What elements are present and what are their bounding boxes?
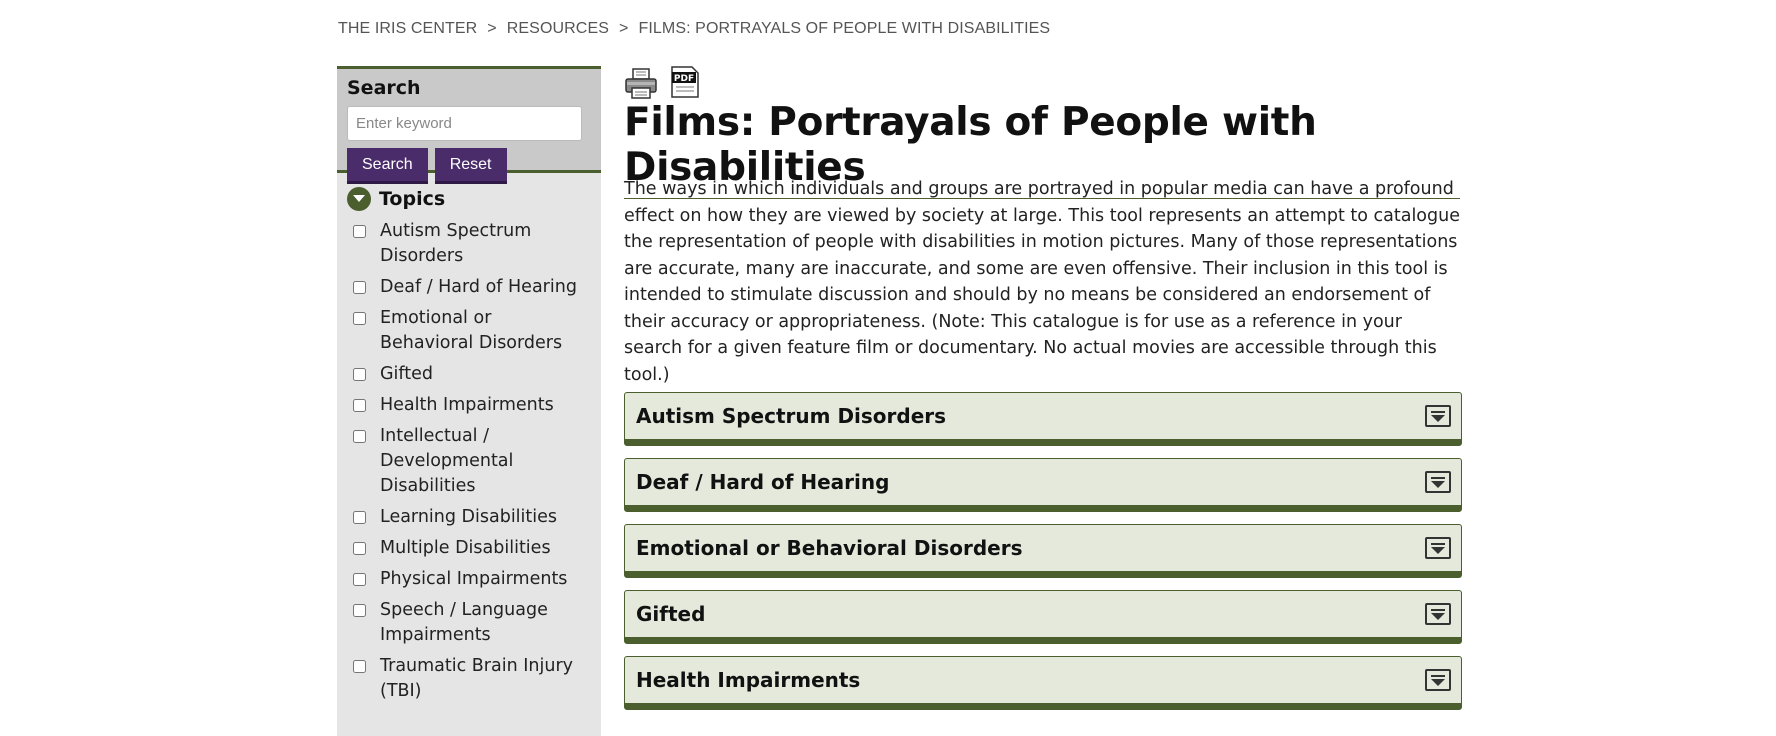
accordion-autism[interactable]: Autism Spectrum Disorders xyxy=(624,392,1462,446)
expand-icon[interactable] xyxy=(1425,669,1451,691)
accordion-title: Deaf / Hard of Hearing xyxy=(636,470,890,494)
topic-label: Gifted xyxy=(380,364,434,384)
topic-item: Gifted xyxy=(353,362,601,387)
topic-checkbox[interactable] xyxy=(353,312,366,325)
chevron-down-icon xyxy=(347,187,371,211)
reset-button[interactable]: Reset xyxy=(434,148,507,184)
topic-checkbox[interactable] xyxy=(353,225,366,238)
breadcrumb-current: FILMS: PORTRAYALS OF PEOPLE WITH DISABIL… xyxy=(638,20,1051,37)
topic-item: Autism Spectrum Disorders xyxy=(353,219,601,269)
accordion-health-impairments[interactable]: Health Impairments xyxy=(624,656,1462,710)
breadcrumb-resources[interactable]: RESOURCES xyxy=(507,20,609,37)
search-input[interactable] xyxy=(347,106,582,141)
topic-checkbox[interactable] xyxy=(353,511,366,524)
page-tools: PDF xyxy=(624,66,700,104)
topic-item: Multiple Disabilities xyxy=(353,536,601,561)
topic-label: Autism Spectrum Disorders xyxy=(380,221,532,266)
breadcrumb-separator: > xyxy=(619,20,629,37)
topic-checkbox[interactable] xyxy=(353,281,366,294)
topic-checkbox[interactable] xyxy=(353,604,366,617)
sidebar: Search Search Reset Topics Autism Spectr… xyxy=(337,66,601,736)
topic-item: Speech / Language Impairments xyxy=(353,598,601,648)
intro-paragraph: The ways in which individuals and groups… xyxy=(624,179,1460,385)
topic-label: Learning Disabilities xyxy=(380,507,558,527)
pdf-icon[interactable]: PDF xyxy=(670,66,700,104)
topic-item: Health Impairments xyxy=(353,393,601,418)
expand-icon[interactable] xyxy=(1425,405,1451,427)
topic-checkbox[interactable] xyxy=(353,660,366,673)
accordion-title: Health Impairments xyxy=(636,668,861,692)
breadcrumb-home[interactable]: THE IRIS CENTER xyxy=(338,20,477,37)
topic-item: Learning Disabilities xyxy=(353,505,601,530)
accordion-title: Emotional or Behavioral Disorders xyxy=(636,536,1023,560)
accordion-gifted[interactable]: Gifted xyxy=(624,590,1462,644)
search-heading: Search xyxy=(347,77,421,99)
search-panel: Search Search Reset xyxy=(337,66,601,184)
topic-label: Physical Impairments xyxy=(380,569,568,589)
accordion-title: Gifted xyxy=(636,602,706,626)
accordion-title: Autism Spectrum Disorders xyxy=(636,404,947,428)
breadcrumb: THE IRIS CENTER > RESOURCES > FILMS: PORTRAY… xyxy=(338,20,1050,38)
topic-checkbox[interactable] xyxy=(353,430,366,443)
topics-heading: Topics xyxy=(379,188,446,210)
topic-checkbox[interactable] xyxy=(353,542,366,555)
expand-icon[interactable] xyxy=(1425,471,1451,493)
topic-list: Autism Spectrum Disorders Deaf / Hard of… xyxy=(337,219,601,704)
accordion-emotional-behavioral[interactable]: Emotional or Behavioral Disorders xyxy=(624,524,1462,578)
expand-icon[interactable] xyxy=(1425,603,1451,625)
topic-item: Deaf / Hard of Hearing xyxy=(353,275,601,300)
topic-checkbox[interactable] xyxy=(353,573,366,586)
topic-item: Physical Impairments xyxy=(353,567,601,592)
topic-label: Health Impairments xyxy=(380,395,554,415)
topic-item: Traumatic Brain Injury (TBI) xyxy=(353,654,601,704)
topic-label: Deaf / Hard of Hearing xyxy=(380,277,577,297)
printer-icon[interactable] xyxy=(624,66,658,104)
topic-label: Multiple Disabilities xyxy=(380,538,551,558)
pdf-icon-text: PDF xyxy=(674,74,694,84)
topic-checkbox[interactable] xyxy=(353,368,366,381)
topic-label: Traumatic Brain Injury (TBI) xyxy=(380,656,574,701)
topic-checkbox[interactable] xyxy=(353,399,366,412)
topic-label: Emotional or Behavioral Disorders xyxy=(380,308,563,353)
accordion-list: Autism Spectrum Disorders Deaf / Hard of… xyxy=(624,392,1462,722)
search-button[interactable]: Search xyxy=(347,148,428,184)
topic-item: Emotional or Behavioral Disorders xyxy=(353,306,601,356)
breadcrumb-separator: > xyxy=(487,20,497,37)
accordion-deaf-hard-of-hearing[interactable]: Deaf / Hard of Hearing xyxy=(624,458,1462,512)
topic-label: Intellectual / Developmental Disabilitie… xyxy=(380,426,514,496)
topic-item: Intellectual / Developmental Disabilitie… xyxy=(353,424,601,499)
topic-label: Speech / Language Impairments xyxy=(380,600,548,645)
expand-icon[interactable] xyxy=(1425,537,1451,559)
